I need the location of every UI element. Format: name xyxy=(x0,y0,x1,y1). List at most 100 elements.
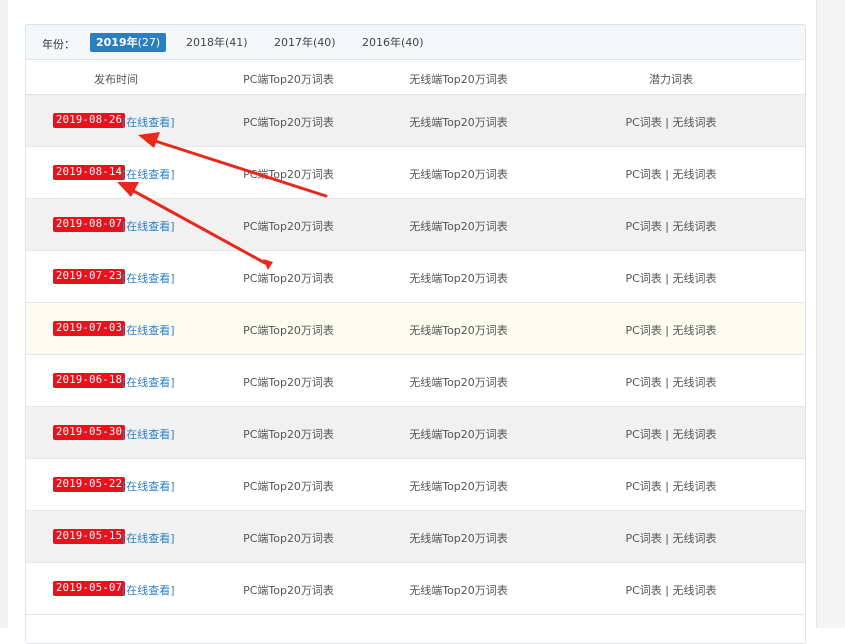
pc-top-link[interactable]: PC端Top20万词表 xyxy=(231,374,346,390)
pc-top-link[interactable]: PC端Top20万词表 xyxy=(231,114,346,130)
view-online-link[interactable]: [在线查看] xyxy=(122,530,175,546)
pc-top-link[interactable]: PC端Top20万词表 xyxy=(231,270,346,286)
date-badge: 2019-06-18 xyxy=(53,373,126,388)
table-row: 2019-08-07 [在线查看] PC端Top20万词表 无线端Top20万词表 PC… xyxy=(26,199,805,251)
view-online-link[interactable]: [在线查看] xyxy=(122,270,175,286)
page-left-gutter xyxy=(0,0,8,628)
potential-wireless-link[interactable]: 无线词表 xyxy=(673,116,717,129)
year-tab-year: 2017年 xyxy=(274,36,313,49)
page-right-gutter xyxy=(816,0,845,628)
table-row: 2019-08-14 [在线查看] PC端Top20万词表 无线端Top20万词表 PC… xyxy=(26,147,805,199)
potential-wireless-link[interactable]: 无线词表 xyxy=(673,220,717,233)
view-online-link[interactable]: [在线查看] xyxy=(122,218,175,234)
potential-wireless-link[interactable]: 无线词表 xyxy=(673,532,717,545)
potential-links: PC词表 | 无线词表 xyxy=(596,374,746,390)
potential-wireless-link[interactable]: 无线词表 xyxy=(673,376,717,389)
potential-links: PC词表 | 无线词表 xyxy=(596,114,746,130)
potential-links: PC词表 | 无线词表 xyxy=(596,426,746,442)
year-tab-year: 2019年 xyxy=(96,36,138,49)
potential-separator: | xyxy=(661,220,673,233)
potential-links: PC词表 | 无线词表 xyxy=(596,270,746,286)
potential-links: PC词表 | 无线词表 xyxy=(596,582,746,598)
wireless-top-link[interactable]: 无线端Top20万词表 xyxy=(401,218,516,234)
pc-top-link[interactable]: PC端Top20万词表 xyxy=(231,478,346,494)
table-row: 2019-07-23 [在线查看] PC端Top20万词表 无线端Top20万词表 PC… xyxy=(26,251,805,303)
potential-pc-link[interactable]: PC词表 xyxy=(625,324,661,337)
year-filter-label: 年份： xyxy=(42,38,75,51)
potential-separator: | xyxy=(661,532,673,545)
date-badge: 2019-07-23 xyxy=(53,269,126,284)
wireless-top-link[interactable]: 无线端Top20万词表 xyxy=(401,582,516,598)
potential-wireless-link[interactable]: 无线词表 xyxy=(673,168,717,181)
wireless-top-link[interactable]: 无线端Top20万词表 xyxy=(401,426,516,442)
potential-wireless-link[interactable]: 无线词表 xyxy=(673,480,717,493)
potential-wireless-link[interactable]: 无线词表 xyxy=(673,272,717,285)
pc-top-link[interactable]: PC端Top20万词表 xyxy=(231,426,346,442)
header-pc-top: PC端Top20万词表 xyxy=(243,73,334,86)
table-header: 发布时间 PC端Top20万词表 无线端Top20万词表 潜力词表 xyxy=(26,60,805,95)
potential-separator: | xyxy=(661,480,673,493)
year-tab-2018[interactable]: 2018年(41) xyxy=(180,33,254,52)
wireless-top-link[interactable]: 无线端Top20万词表 xyxy=(401,270,516,286)
pc-top-link[interactable]: PC端Top20万词表 xyxy=(231,530,346,546)
year-tab-count: (41) xyxy=(225,36,248,49)
year-tab-count: (27) xyxy=(137,36,161,49)
potential-wireless-link[interactable]: 无线词表 xyxy=(673,428,717,441)
year-tab-count: (40) xyxy=(401,36,424,49)
table-row: 2019-05-07 [在线查看] PC端Top20万词表 无线端Top20万词表 PC… xyxy=(26,563,805,615)
potential-pc-link[interactable]: PC词表 xyxy=(625,168,661,181)
date-badge: 2019-05-30 xyxy=(53,425,126,440)
potential-pc-link[interactable]: PC词表 xyxy=(625,428,661,441)
wireless-top-link[interactable]: 无线端Top20万词表 xyxy=(401,478,516,494)
pc-top-link[interactable]: PC端Top20万词表 xyxy=(231,218,346,234)
year-tab-2016[interactable]: 2016年(40) xyxy=(356,33,430,52)
wireless-top-link[interactable]: 无线端Top20万词表 xyxy=(401,374,516,390)
header-wireless-top: 无线端Top20万词表 xyxy=(409,73,508,86)
table-row: 2019-05-22 [在线查看] PC端Top20万词表 无线端Top20万词表 PC… xyxy=(26,459,805,511)
potential-separator: | xyxy=(661,324,673,337)
pc-top-link[interactable]: PC端Top20万词表 xyxy=(231,582,346,598)
potential-pc-link[interactable]: PC词表 xyxy=(625,220,661,233)
potential-links: PC词表 | 无线词表 xyxy=(596,530,746,546)
potential-wireless-link[interactable]: 无线词表 xyxy=(673,584,717,597)
pc-top-link[interactable]: PC端Top20万词表 xyxy=(231,166,346,182)
keyword-table-panel: 年份： 2019年(27) 2018年(41) 2017年(40) 2016年(… xyxy=(25,24,806,644)
potential-wireless-link[interactable]: 无线词表 xyxy=(673,324,717,337)
wireless-top-link[interactable]: 无线端Top20万词表 xyxy=(401,530,516,546)
potential-pc-link[interactable]: PC词表 xyxy=(625,272,661,285)
table-row: 2019-06-18 [在线查看] PC端Top20万词表 无线端Top20万词表 PC… xyxy=(26,355,805,407)
view-online-link[interactable]: [在线查看] xyxy=(122,166,175,182)
potential-separator: | xyxy=(661,116,673,129)
potential-pc-link[interactable]: PC词表 xyxy=(625,584,661,597)
table-row: 2019-05-30 [在线查看] PC端Top20万词表 无线端Top20万词表 PC… xyxy=(26,407,805,459)
view-online-link[interactable]: [在线查看] xyxy=(122,582,175,598)
table-body: 2019-08-26 [在线查看] PC端Top20万词表 无线端Top20万词表 PC… xyxy=(26,95,805,615)
wireless-top-link[interactable]: 无线端Top20万词表 xyxy=(401,322,516,338)
year-tab-year: 2016年 xyxy=(362,36,401,49)
year-tab-2019[interactable]: 2019年(27) xyxy=(90,33,167,52)
potential-pc-link[interactable]: PC词表 xyxy=(625,480,661,493)
view-online-link[interactable]: [在线查看] xyxy=(122,426,175,442)
date-badge: 2019-05-07 xyxy=(53,581,126,596)
year-tab-2017[interactable]: 2017年(40) xyxy=(268,33,342,52)
potential-separator: | xyxy=(661,428,673,441)
wireless-top-link[interactable]: 无线端Top20万词表 xyxy=(401,166,516,182)
year-filter-bar: 年份： 2019年(27) 2018年(41) 2017年(40) 2016年(… xyxy=(26,25,805,60)
year-tab-year: 2018年 xyxy=(186,36,225,49)
date-badge: 2019-08-14 xyxy=(53,165,126,180)
potential-separator: | xyxy=(661,584,673,597)
potential-links: PC词表 | 无线词表 xyxy=(596,322,746,338)
date-badge: 2019-07-03 xyxy=(53,321,126,336)
potential-pc-link[interactable]: PC词表 xyxy=(625,376,661,389)
wireless-top-link[interactable]: 无线端Top20万词表 xyxy=(401,114,516,130)
potential-pc-link[interactable]: PC词表 xyxy=(625,532,661,545)
pc-top-link[interactable]: PC端Top20万词表 xyxy=(231,322,346,338)
potential-links: PC词表 | 无线词表 xyxy=(596,478,746,494)
potential-links: PC词表 | 无线词表 xyxy=(596,218,746,234)
view-online-link[interactable]: [在线查看] xyxy=(122,478,175,494)
view-online-link[interactable]: [在线查看] xyxy=(122,374,175,390)
table-row: 2019-07-03 [在线查看] PC端Top20万词表 无线端Top20万词表 PC… xyxy=(26,303,805,355)
potential-pc-link[interactable]: PC词表 xyxy=(625,116,661,129)
view-online-link[interactable]: [在线查看] xyxy=(122,114,175,130)
view-online-link[interactable]: [在线查看] xyxy=(122,322,175,338)
